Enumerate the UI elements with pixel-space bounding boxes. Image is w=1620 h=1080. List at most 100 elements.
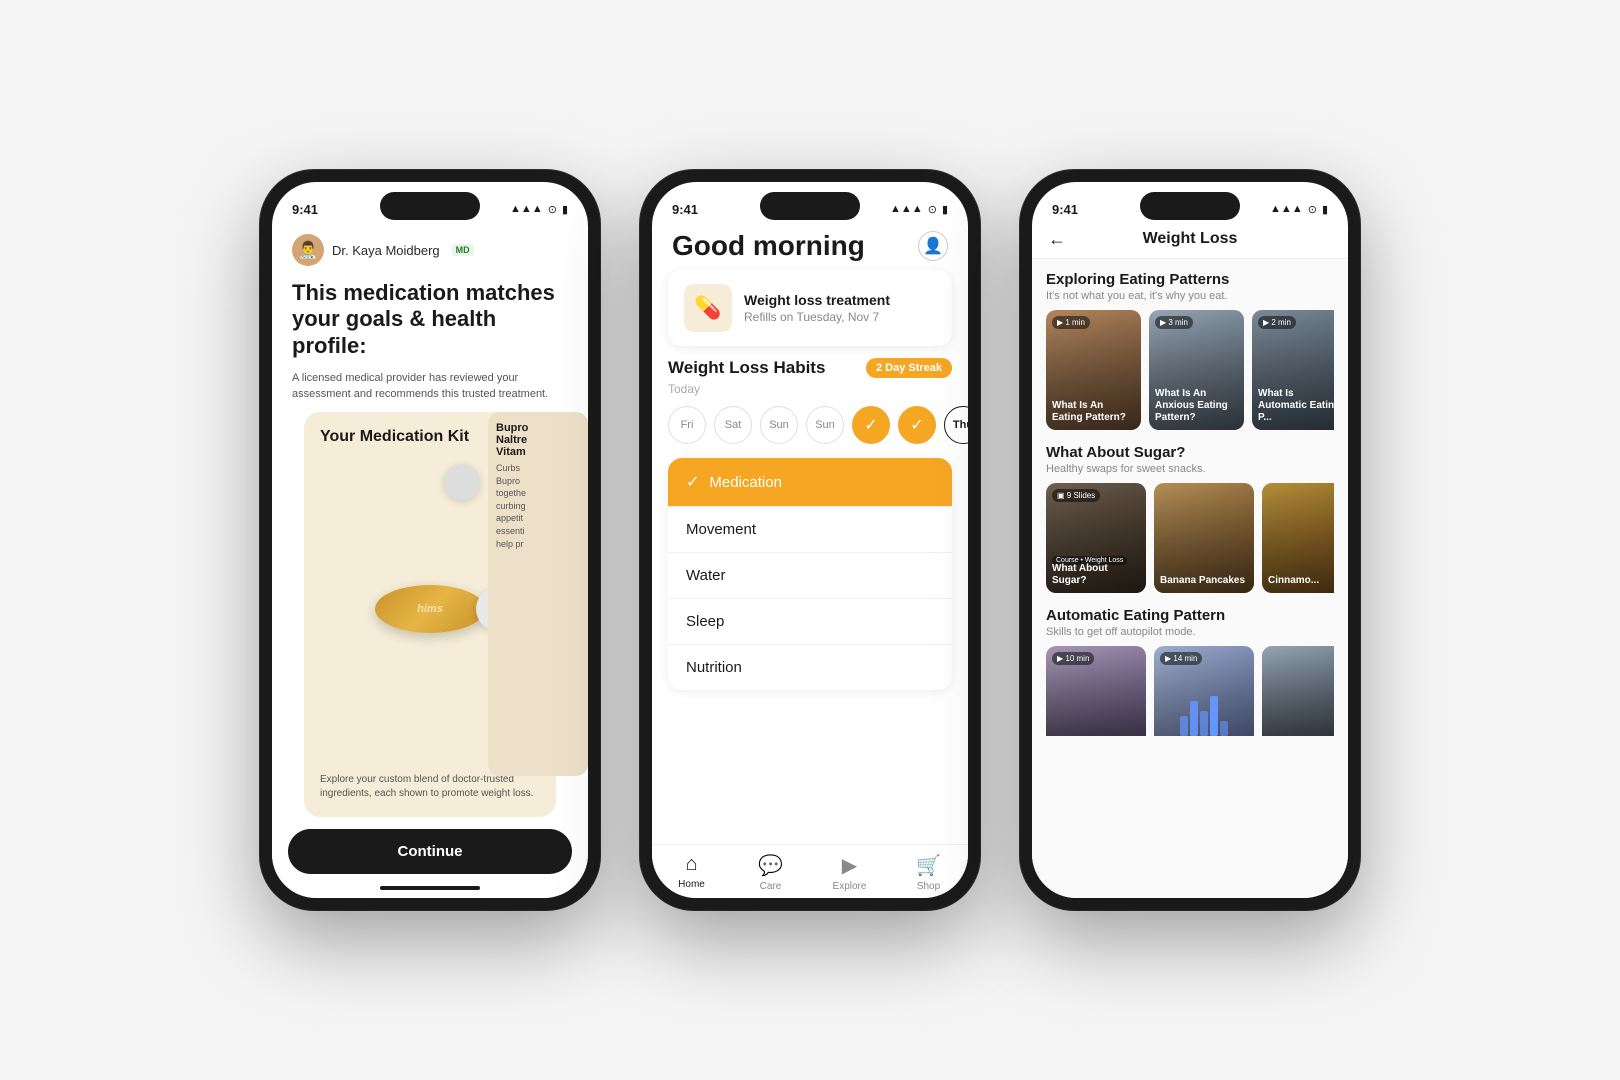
phone3-content: Exploring Eating Patterns It's not what … (1032, 259, 1348, 898)
card-time-1: ▶ 1 min (1052, 316, 1090, 329)
home-icon: ⌂ (685, 853, 697, 876)
doctor-name: Dr. Kaya Moidberg (332, 243, 440, 258)
section-auto-title: Automatic Eating Pattern (1046, 607, 1334, 624)
section-sugar-sub: Healthy swaps for sweet snacks. (1046, 463, 1334, 475)
habit-medication[interactable]: ✓ Medication (668, 458, 952, 507)
card-label-sugar-3: Cinnamo... (1268, 575, 1319, 587)
card-sugar-2[interactable]: Banana Pancakes (1154, 483, 1254, 593)
nav-care-label: Care (760, 881, 782, 892)
sugar-cards-row: ▣ 9 Slides Course • Weight Loss What Abo… (1046, 483, 1334, 593)
greeting-header: Good morning 👤 (652, 226, 968, 270)
status-bar-2: 9:41 ▲▲▲ ⊙ ▮ (652, 182, 968, 226)
check-icon: ✓ (686, 472, 699, 492)
auto-cards-row: ▶ 10 min ▶ 14 min (1046, 646, 1334, 756)
card-eating-2[interactable]: ▶ 3 min What Is An Anxious Eating Patter… (1149, 310, 1244, 430)
habits-subtitle: Today (668, 382, 952, 396)
nav-shop[interactable]: 🛒 Shop (889, 853, 968, 892)
back-button[interactable]: ← (1048, 229, 1066, 250)
habits-header: Weight Loss Habits 2 Day Streak (668, 358, 952, 378)
time-2: 9:41 (672, 202, 698, 217)
eating-cards-row: ▶ 1 min What Is An Eating Pattern? ▶ 3 m… (1046, 310, 1334, 430)
dynamic-island-3 (1140, 192, 1240, 220)
habit-movement-label: Movement (686, 521, 756, 538)
treatment-card[interactable]: 💊 Weight loss treatment Refills on Tuesd… (668, 270, 952, 346)
signal-icon-3: ▲▲▲ (1270, 203, 1303, 215)
habit-nutrition[interactable]: Nutrition (668, 645, 952, 690)
status-bar-3: 9:41 ▲▲▲ ⊙ ▮ (1032, 182, 1348, 226)
signal-icon: ▲▲▲ (510, 203, 543, 215)
bottom-nav: ⌂ Home 💬 Care ▶ Explore 🛒 Shop (652, 844, 968, 898)
card-eating-3[interactable]: ▶ 2 min What Is Automatic Eating P... (1252, 310, 1334, 430)
doctor-header: 👨‍⚕ Dr. Kaya Moidberg MD (272, 226, 588, 276)
greeting-title: Good morning (672, 230, 865, 262)
card-eating-1[interactable]: ▶ 1 min What Is An Eating Pattern? (1046, 310, 1141, 430)
card-label-2: What Is An Anxious Eating Pattern? (1155, 388, 1238, 424)
habit-medication-label: Medication (709, 474, 782, 491)
battery-icon: ▮ (562, 203, 568, 216)
card-sugar-1[interactable]: ▣ 9 Slides Course • Weight Loss What Abo… (1046, 483, 1146, 593)
headline-section: This medication matches your goals & hea… (272, 276, 588, 371)
nav-care[interactable]: 💬 Care (731, 853, 810, 892)
card-time-auto-1: ▶ 10 min (1052, 652, 1094, 665)
side-card-title: BuproNaltreVitam (496, 422, 580, 458)
nav-explore[interactable]: ▶ Explore (810, 853, 889, 892)
nav-home[interactable]: ⌂ Home (652, 853, 731, 892)
dynamic-island-2 (760, 192, 860, 220)
section-eating-title: Exploring Eating Patterns (1046, 271, 1334, 288)
card-slides-1: ▣ 9 Slides (1052, 489, 1100, 502)
time-3: 9:41 (1052, 202, 1078, 217)
pill-main: hims (375, 585, 485, 633)
card-auto-3[interactable] (1262, 646, 1334, 756)
habit-movement[interactable]: Movement (668, 507, 952, 553)
main-headline: This medication matches your goals & hea… (292, 280, 568, 359)
card-time-auto-2: ▶ 14 min (1160, 652, 1202, 665)
card-auto-2[interactable]: ▶ 14 min (1154, 646, 1254, 756)
phone-2: 9:41 ▲▲▲ ⊙ ▮ Good morning 👤 💊 Weight los… (640, 170, 980, 910)
user-icon[interactable]: 👤 (918, 231, 948, 261)
card-sugar-3[interactable]: Cinnamo... (1262, 483, 1334, 593)
section-eating-sub: It's not what you eat, it's why you eat. (1046, 290, 1334, 302)
explore-icon: ▶ (842, 853, 857, 878)
treatment-refill: Refills on Tuesday, Nov 7 (744, 310, 890, 324)
habit-water[interactable]: Water (668, 553, 952, 599)
care-icon: 💬 (758, 853, 783, 878)
wifi-icon-3: ⊙ (1308, 203, 1317, 216)
status-icons-2: ▲▲▲ ⊙ ▮ (890, 203, 948, 216)
battery-icon-2: ▮ (942, 203, 948, 216)
subtext: A licensed medical provider has reviewed… (272, 371, 588, 412)
habit-sleep-label: Sleep (686, 613, 724, 630)
day-fri: Fri (668, 406, 706, 444)
card-label-sugar-1: What About Sugar? (1052, 563, 1140, 587)
card-time-3: ▶ 2 min (1258, 316, 1296, 329)
continue-button[interactable]: Continue (288, 829, 572, 874)
day-sat: Sat (714, 406, 752, 444)
wifi-icon-2: ⊙ (928, 203, 937, 216)
day-sun2: Sun (806, 406, 844, 444)
section-automatic: Automatic Eating Pattern Skills to get o… (1046, 607, 1334, 756)
habits-title: Weight Loss Habits (668, 358, 825, 378)
pill-extra (444, 464, 480, 500)
status-icons-1: ▲▲▲ ⊙ ▮ (510, 203, 568, 216)
home-indicator (380, 886, 480, 890)
habits-section: Weight Loss Habits 2 Day Streak Today Fr… (652, 358, 968, 836)
treatment-icon: 💊 (684, 284, 732, 332)
pill-label: hims (417, 603, 443, 615)
phone-3: 9:41 ▲▲▲ ⊙ ▮ ← Weight Loss Exploring Eat… (1020, 170, 1360, 910)
side-card-body: CurbsBuprotogethecurbingappetitessentihe… (496, 462, 580, 550)
section-auto-sub: Skills to get off autopilot mode. (1046, 626, 1334, 638)
phone3-nav-header: ← Weight Loss (1032, 226, 1348, 259)
nav-explore-label: Explore (833, 881, 867, 892)
dynamic-island-1 (380, 192, 480, 220)
card-label-sugar-2: Banana Pancakes (1160, 575, 1245, 587)
shop-icon: 🛒 (916, 853, 941, 878)
card-label-1: What Is An Eating Pattern? (1052, 400, 1135, 424)
habit-sleep[interactable]: Sleep (668, 599, 952, 645)
day-check1: ✓ (852, 406, 890, 444)
nav-home-label: Home (678, 879, 705, 890)
nav-title: Weight Loss (1143, 230, 1238, 248)
treatment-name: Weight loss treatment (744, 292, 890, 308)
card-auto-1[interactable]: ▶ 10 min (1046, 646, 1146, 756)
day-thu: Thu (944, 406, 968, 444)
med-description: Explore your custom blend of doctor-trus… (320, 773, 540, 801)
time-1: 9:41 (292, 202, 318, 217)
